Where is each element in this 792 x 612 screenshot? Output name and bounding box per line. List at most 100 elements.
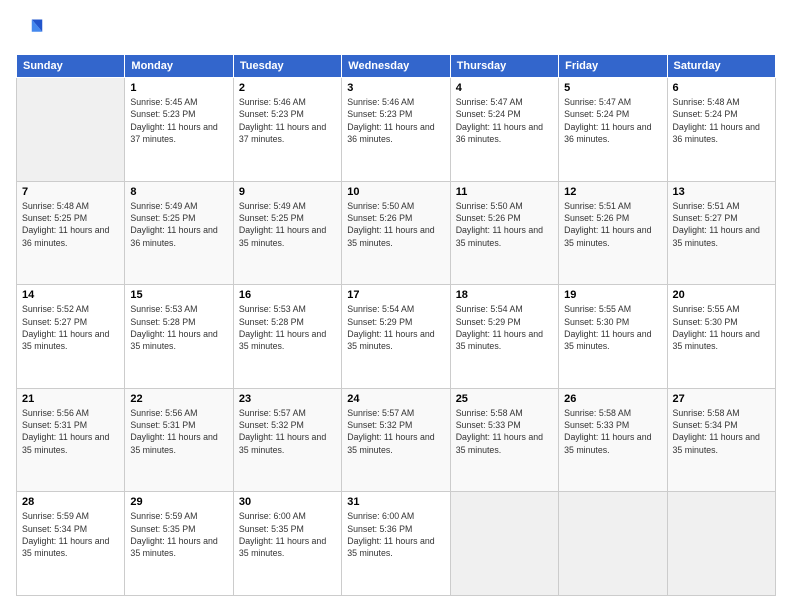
day-number: 10: [347, 186, 444, 198]
calendar-cell: [559, 492, 667, 596]
day-number: 30: [239, 496, 336, 508]
calendar-cell: 8 Sunrise: 5:49 AM Sunset: 5:25 PM Daylig…: [125, 181, 233, 285]
day-info: Sunrise: 5:56 AM Sunset: 5:31 PM Dayligh…: [130, 407, 227, 456]
day-number: 9: [239, 186, 336, 198]
calendar-cell: 5 Sunrise: 5:47 AM Sunset: 5:24 PM Daylig…: [559, 78, 667, 182]
calendar-cell: 22 Sunrise: 5:56 AM Sunset: 5:31 PM Dayli…: [125, 388, 233, 492]
logo-icon: [16, 16, 44, 44]
day-number: 4: [456, 82, 553, 94]
day-number: 20: [673, 289, 770, 301]
day-number: 31: [347, 496, 444, 508]
day-info: Sunrise: 5:48 AM Sunset: 5:24 PM Dayligh…: [673, 96, 770, 145]
calendar-cell: 12 Sunrise: 5:51 AM Sunset: 5:26 PM Dayli…: [559, 181, 667, 285]
day-info: Sunrise: 5:54 AM Sunset: 5:29 PM Dayligh…: [347, 303, 444, 352]
day-info: Sunrise: 5:46 AM Sunset: 5:23 PM Dayligh…: [347, 96, 444, 145]
day-number: 1: [130, 82, 227, 94]
calendar-cell: 4Sunrise: 5:47 AM Sunset: 5:24 PM Daylig…: [450, 78, 558, 182]
day-info: Sunrise: 5:57 AM Sunset: 5:32 PM Dayligh…: [347, 407, 444, 456]
calendar-cell: 14Sunrise: 5:52 AM Sunset: 5:27 PM Dayli…: [17, 285, 125, 389]
day-number: 23: [239, 393, 336, 405]
day-info: Sunrise: 5:59 AM Sunset: 5:35 PM Dayligh…: [130, 510, 227, 559]
day-info: Sunrise: 5:58 AM Sunset: 5:33 PM Dayligh…: [456, 407, 553, 456]
calendar-cell: [17, 78, 125, 182]
day-number: 29: [130, 496, 227, 508]
calendar-cell: 1Sunrise: 5:45 AM Sunset: 5:23 PM Daylig…: [125, 78, 233, 182]
calendar-cell: 11 Sunrise: 5:50 AM Sunset: 5:26 PM Dayli…: [450, 181, 558, 285]
day-number: 22: [130, 393, 227, 405]
week-row-4: 21 Sunrise: 5:56 AM Sunset: 5:31 PM Dayli…: [17, 388, 776, 492]
calendar-cell: 24Sunrise: 5:57 AM Sunset: 5:32 PM Dayli…: [342, 388, 450, 492]
calendar-cell: 25 Sunrise: 5:58 AM Sunset: 5:33 PM Dayli…: [450, 388, 558, 492]
day-number: 2: [239, 82, 336, 94]
week-row-3: 14Sunrise: 5:52 AM Sunset: 5:27 PM Dayli…: [17, 285, 776, 389]
week-row-2: 7 Sunrise: 5:48 AM Sunset: 5:25 PM Daylig…: [17, 181, 776, 285]
day-number: 12: [564, 186, 661, 198]
logo: [16, 16, 48, 44]
day-info: Sunrise: 5:49 AM Sunset: 5:25 PM Dayligh…: [130, 200, 227, 249]
day-number: 11: [456, 186, 553, 198]
day-info: Sunrise: 6:00 AM Sunset: 5:36 PM Dayligh…: [347, 510, 444, 559]
calendar-header-row: SundayMondayTuesdayWednesdayThursdayFrid…: [17, 55, 776, 78]
day-info: Sunrise: 5:54 AM Sunset: 5:29 PM Dayligh…: [456, 303, 553, 352]
week-row-1: 1Sunrise: 5:45 AM Sunset: 5:23 PM Daylig…: [17, 78, 776, 182]
day-number: 15: [130, 289, 227, 301]
day-number: 13: [673, 186, 770, 198]
calendar-cell: 10 Sunrise: 5:50 AM Sunset: 5:26 PM Dayli…: [342, 181, 450, 285]
week-row-5: 28 Sunrise: 5:59 AM Sunset: 5:34 PM Dayli…: [17, 492, 776, 596]
calendar-header-friday: Friday: [559, 55, 667, 78]
calendar-header-tuesday: Tuesday: [233, 55, 341, 78]
day-info: Sunrise: 5:47 AM Sunset: 5:24 PM Dayligh…: [564, 96, 661, 145]
day-number: 8: [130, 186, 227, 198]
calendar-cell: 6 Sunrise: 5:48 AM Sunset: 5:24 PM Daylig…: [667, 78, 775, 182]
day-number: 14: [22, 289, 119, 301]
calendar-cell: [667, 492, 775, 596]
day-info: Sunrise: 5:50 AM Sunset: 5:26 PM Dayligh…: [347, 200, 444, 249]
calendar-cell: 28 Sunrise: 5:59 AM Sunset: 5:34 PM Dayli…: [17, 492, 125, 596]
day-info: Sunrise: 5:57 AM Sunset: 5:32 PM Dayligh…: [239, 407, 336, 456]
day-number: 25: [456, 393, 553, 405]
day-number: 6: [673, 82, 770, 94]
day-number: 26: [564, 393, 661, 405]
calendar-cell: 19 Sunrise: 5:55 AM Sunset: 5:30 PM Dayli…: [559, 285, 667, 389]
day-info: Sunrise: 5:59 AM Sunset: 5:34 PM Dayligh…: [22, 510, 119, 559]
calendar-cell: 18 Sunrise: 5:54 AM Sunset: 5:29 PM Dayli…: [450, 285, 558, 389]
calendar-cell: 2 Sunrise: 5:46 AM Sunset: 5:23 PM Daylig…: [233, 78, 341, 182]
calendar-cell: 20Sunrise: 5:55 AM Sunset: 5:30 PM Dayli…: [667, 285, 775, 389]
day-info: Sunrise: 5:55 AM Sunset: 5:30 PM Dayligh…: [564, 303, 661, 352]
calendar-cell: 23 Sunrise: 5:57 AM Sunset: 5:32 PM Dayli…: [233, 388, 341, 492]
day-number: 28: [22, 496, 119, 508]
page: SundayMondayTuesdayWednesdayThursdayFrid…: [0, 0, 792, 612]
calendar-table: SundayMondayTuesdayWednesdayThursdayFrid…: [16, 54, 776, 596]
day-number: 7: [22, 186, 119, 198]
day-number: 5: [564, 82, 661, 94]
calendar-header-thursday: Thursday: [450, 55, 558, 78]
calendar-cell: 15 Sunrise: 5:53 AM Sunset: 5:28 PM Dayli…: [125, 285, 233, 389]
calendar-header-sunday: Sunday: [17, 55, 125, 78]
day-info: Sunrise: 6:00 AM Sunset: 5:35 PM Dayligh…: [239, 510, 336, 559]
day-info: Sunrise: 5:56 AM Sunset: 5:31 PM Dayligh…: [22, 407, 119, 456]
day-number: 19: [564, 289, 661, 301]
calendar-cell: 30 Sunrise: 6:00 AM Sunset: 5:35 PM Dayli…: [233, 492, 341, 596]
day-info: Sunrise: 5:49 AM Sunset: 5:25 PM Dayligh…: [239, 200, 336, 249]
calendar-header-monday: Monday: [125, 55, 233, 78]
calendar-cell: 13Sunrise: 5:51 AM Sunset: 5:27 PM Dayli…: [667, 181, 775, 285]
day-number: 17: [347, 289, 444, 301]
day-number: 3: [347, 82, 444, 94]
calendar-header-saturday: Saturday: [667, 55, 775, 78]
calendar-cell: 29 Sunrise: 5:59 AM Sunset: 5:35 PM Dayli…: [125, 492, 233, 596]
day-number: 18: [456, 289, 553, 301]
calendar-cell: 17 Sunrise: 5:54 AM Sunset: 5:29 PM Dayli…: [342, 285, 450, 389]
calendar-cell: 27Sunrise: 5:58 AM Sunset: 5:34 PM Dayli…: [667, 388, 775, 492]
calendar-header-wednesday: Wednesday: [342, 55, 450, 78]
calendar-cell: 3 Sunrise: 5:46 AM Sunset: 5:23 PM Daylig…: [342, 78, 450, 182]
calendar-cell: 16Sunrise: 5:53 AM Sunset: 5:28 PM Dayli…: [233, 285, 341, 389]
day-info: Sunrise: 5:48 AM Sunset: 5:25 PM Dayligh…: [22, 200, 119, 249]
calendar-cell: 26Sunrise: 5:58 AM Sunset: 5:33 PM Dayli…: [559, 388, 667, 492]
calendar-cell: 9 Sunrise: 5:49 AM Sunset: 5:25 PM Daylig…: [233, 181, 341, 285]
day-info: Sunrise: 5:58 AM Sunset: 5:34 PM Dayligh…: [673, 407, 770, 456]
day-info: Sunrise: 5:46 AM Sunset: 5:23 PM Dayligh…: [239, 96, 336, 145]
day-info: Sunrise: 5:51 AM Sunset: 5:26 PM Dayligh…: [564, 200, 661, 249]
day-info: Sunrise: 5:50 AM Sunset: 5:26 PM Dayligh…: [456, 200, 553, 249]
day-number: 21: [22, 393, 119, 405]
day-info: Sunrise: 5:53 AM Sunset: 5:28 PM Dayligh…: [130, 303, 227, 352]
